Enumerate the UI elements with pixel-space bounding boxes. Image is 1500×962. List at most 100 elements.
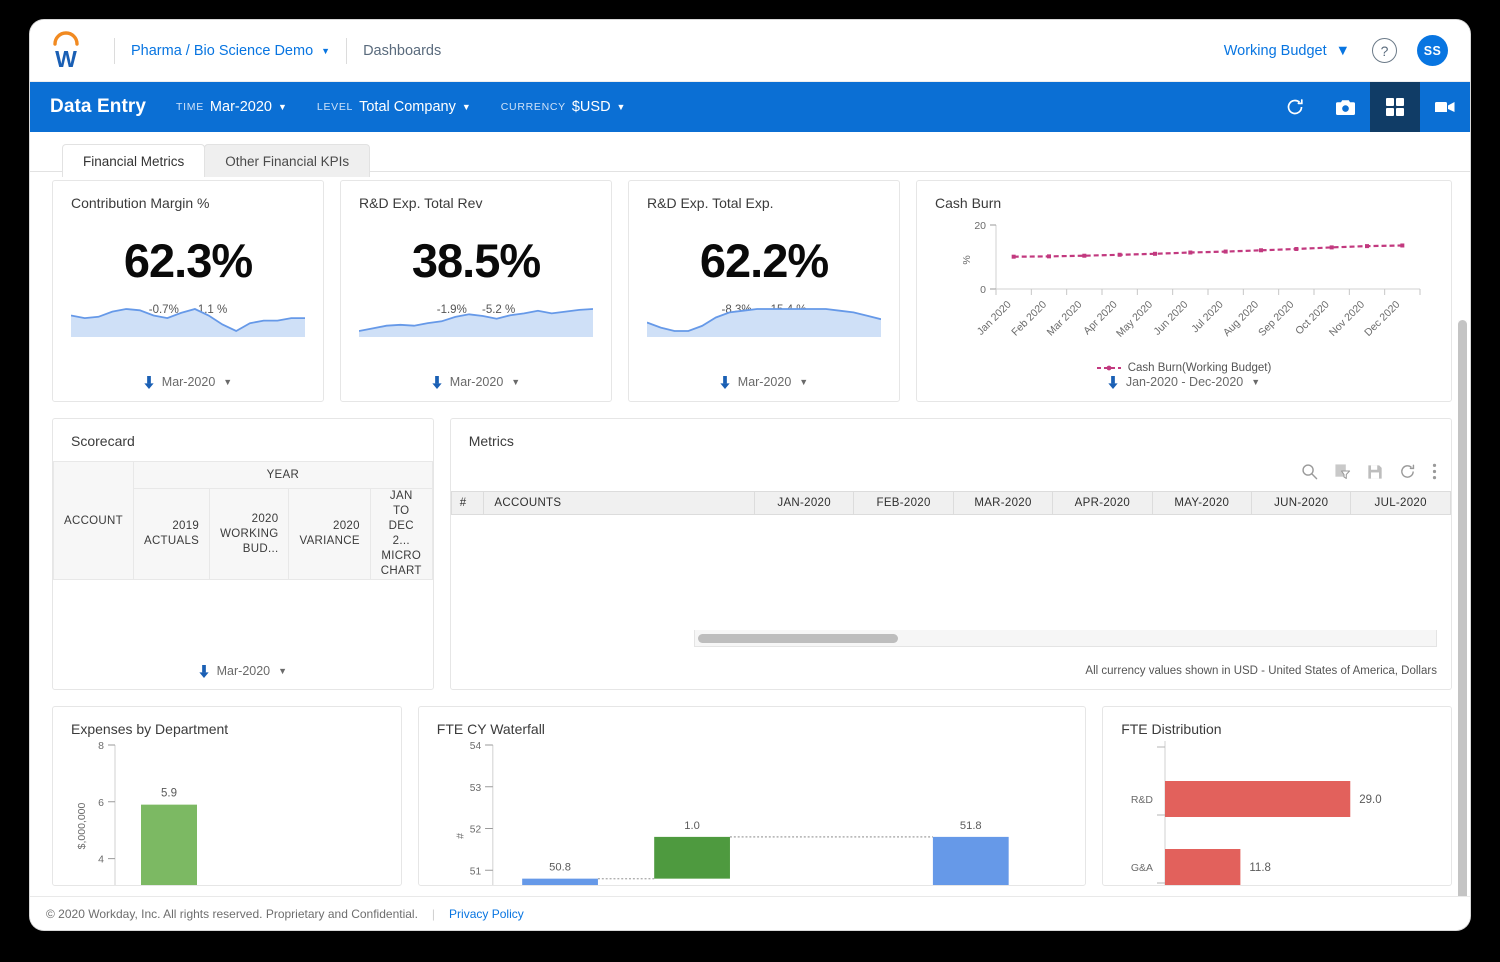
- kpi-title: R&D Exp. Total Exp.: [647, 195, 774, 211]
- grid-layout-icon[interactable]: [1370, 82, 1420, 132]
- dashboard-content: Financial Metrics Other Financial KPIs C…: [30, 132, 1470, 930]
- filter-currency-label: CURRENCY: [500, 101, 566, 113]
- scorecard-col-2020-variance: 2020 VARIANCE: [288, 488, 371, 580]
- avatar[interactable]: SS: [1417, 35, 1448, 66]
- metrics-header-row: # ACCOUNTS JAN-2020 FEB-2020 MAR-2020 APR-202…: [450, 491, 1451, 515]
- chevron-down-icon: ▼: [223, 377, 233, 387]
- cash-burn-legend: Cash Burn(Working Budget): [917, 362, 1451, 374]
- metrics-table-wrap[interactable]: # ACCOUNTS JAN-2020 FEB-2020 MAR-2020 APR-202…: [450, 491, 1451, 515]
- filter-time[interactable]: TIME Mar-2020 ▼: [176, 99, 287, 115]
- kpi-period-label: Mar-2020: [737, 375, 792, 389]
- kpi-period-selector[interactable]: Mar-2020 ▼: [53, 375, 323, 389]
- svg-text:Oct 2020: Oct 2020: [1293, 299, 1332, 338]
- global-header: W Pharma / Bio Science Demo ▼ Dashboards…: [30, 20, 1470, 82]
- scorecard-col-2020-working-budget: 2020 WORKING BUD...: [209, 488, 290, 580]
- metrics-column-header[interactable]: MAY-2020: [1151, 491, 1253, 515]
- scorecard-table: ACCOUNT YEAR 2019 ACTUALS 2020 WORKING B…: [53, 461, 433, 580]
- svg-text:5.9: 5.9: [161, 788, 177, 800]
- metrics-column-header[interactable]: APR-2020: [1052, 491, 1153, 515]
- metrics-widget: Metrics # ACCOUNTS JAN-2020 FEB-2020 MAR…: [449, 418, 1452, 690]
- pin-icon: [1108, 375, 1118, 389]
- scorecard-header-account: ACCOUNT: [53, 461, 134, 580]
- chevron-down-icon: ▼: [799, 377, 809, 387]
- fte-distribution-widget: FTE Distribution R&D 29.0 G&A 11.8: [1102, 706, 1452, 886]
- breadcrumb-tenant[interactable]: Pharma / Bio Science Demo ▼: [131, 43, 330, 59]
- filter-time-label: TIME: [176, 101, 204, 113]
- scrollbar-thumb[interactable]: [697, 634, 898, 643]
- filter-icon[interactable]: [1334, 463, 1351, 485]
- chevron-down-icon: ▼: [321, 45, 331, 56]
- metrics-column-header[interactable]: JUL-2020: [1350, 491, 1451, 515]
- svg-text:$,000,000: $,000,000: [76, 802, 88, 849]
- svg-text:6: 6: [98, 797, 104, 809]
- breadcrumb-dashboards[interactable]: Dashboards: [363, 43, 441, 59]
- cash-burn-legend-label: Cash Burn(Working Budget): [1127, 362, 1272, 374]
- save-icon[interactable]: [1367, 464, 1383, 485]
- kpi-card-rd-exp-total-exp: R&D Exp. Total Exp. 62.2% -8.3% -15.4 %: [628, 180, 900, 402]
- more-vertical-icon[interactable]: [1432, 463, 1437, 485]
- search-icon[interactable]: [1301, 463, 1318, 485]
- cash-burn-period-selector[interactable]: Jan-2020 - Dec-2020 ▼: [917, 375, 1451, 389]
- metrics-column-header[interactable]: MAR-2020: [952, 491, 1054, 515]
- workday-w-logo[interactable]: W: [48, 30, 84, 71]
- tab-other-financial-kpis[interactable]: Other Financial KPIs: [204, 144, 371, 177]
- kpi-value: 62.2%: [699, 234, 829, 287]
- scorecard-period-selector[interactable]: Mar-2020 ▼: [53, 664, 433, 678]
- kpi-sparkline: [70, 303, 305, 337]
- filter-currency-value: $USD: [571, 99, 611, 115]
- page-vertical-scrollbar[interactable]: [1458, 320, 1467, 930]
- scenario-selector[interactable]: Working Budget ▼: [1224, 43, 1350, 59]
- svg-text:50.8: 50.8: [549, 862, 571, 874]
- chevron-down-icon: ▼: [1335, 42, 1350, 59]
- cash-burn-chart: 020%Jan 2020Feb 2020Mar 2020Apr 2020May …: [961, 220, 1421, 340]
- kpi-card-contribution-margin: Contribution Margin % 62.3% -0.7% -1.1 %: [52, 180, 324, 402]
- video-camera-icon[interactable]: [1420, 82, 1470, 132]
- chevron-down-icon: ▼: [278, 666, 288, 676]
- tab-financial-metrics[interactable]: Financial Metrics: [62, 144, 206, 177]
- svg-text:20: 20: [974, 220, 986, 232]
- scorecard-header-year: YEAR: [132, 461, 433, 489]
- filter-currency[interactable]: CURRENCY $USD ▼: [501, 99, 626, 115]
- metrics-column-header[interactable]: #: [450, 491, 485, 515]
- expenses-by-department-widget: Expenses by Department 4 6 8 $,000,000 5.9: [52, 706, 402, 886]
- camera-icon[interactable]: [1320, 82, 1370, 132]
- scrollbar-thumb[interactable]: [1458, 320, 1467, 930]
- page-toolbar: Data Entry TIME Mar-2020 ▼ LEVEL Total C…: [30, 82, 1470, 132]
- chevron-down-icon: ▼: [511, 377, 521, 387]
- svg-text:Dec 2020: Dec 2020: [1362, 299, 1402, 339]
- svg-text:May 2020: May 2020: [1114, 299, 1155, 340]
- kpi-period-label: Mar-2020: [161, 375, 216, 389]
- privacy-policy-link[interactable]: Privacy Policy: [449, 907, 524, 921]
- pin-icon: [432, 375, 442, 389]
- metrics-table: # ACCOUNTS JAN-2020 FEB-2020 MAR-2020 APR-202…: [450, 491, 1451, 515]
- svg-text:51.8: 51.8: [960, 820, 982, 832]
- filter-level[interactable]: LEVEL Total Company ▼: [317, 99, 471, 115]
- scorecard-title: Scorecard: [71, 433, 135, 449]
- pin-icon: [198, 664, 209, 678]
- refresh-icon[interactable]: [1399, 463, 1416, 485]
- header-divider-2: [346, 37, 348, 64]
- kpi-period-selector[interactable]: Mar-2020 ▼: [341, 375, 611, 389]
- svg-text:0: 0: [980, 284, 986, 296]
- kpi-row: Contribution Margin % 62.3% -0.7% -1.1 %: [52, 180, 1452, 402]
- metrics-column-header[interactable]: ACCOUNTS: [483, 491, 755, 515]
- kpi-period-selector[interactable]: Mar-2020 ▼: [629, 375, 899, 389]
- refresh-icon[interactable]: [1270, 82, 1320, 132]
- footer: © 2020 Workday, Inc. All rights reserved…: [30, 896, 1470, 930]
- metrics-column-header[interactable]: JUN-2020: [1251, 491, 1352, 515]
- svg-text:Jun 2020: Jun 2020: [1151, 299, 1190, 338]
- svg-text:#: #: [456, 833, 467, 839]
- svg-text:29.0: 29.0: [1359, 794, 1381, 806]
- svg-text:54: 54: [470, 741, 482, 752]
- scorecard-group-header-row: ACCOUNT YEAR: [53, 461, 433, 580]
- chevron-down-icon: ▼: [461, 102, 471, 112]
- help-icon[interactable]: ?: [1372, 38, 1397, 63]
- filter-level-label: LEVEL: [316, 101, 354, 113]
- metrics-horizontal-scrollbar[interactable]: [693, 630, 1437, 647]
- pin-icon: [144, 375, 154, 389]
- metrics-column-header[interactable]: FEB-2020: [853, 491, 954, 515]
- header-divider-1: [114, 37, 115, 64]
- metrics-column-header[interactable]: JAN-2020: [753, 491, 855, 515]
- svg-text:Aug 2020: Aug 2020: [1221, 299, 1261, 339]
- kpi-period-label: Mar-2020: [449, 375, 504, 389]
